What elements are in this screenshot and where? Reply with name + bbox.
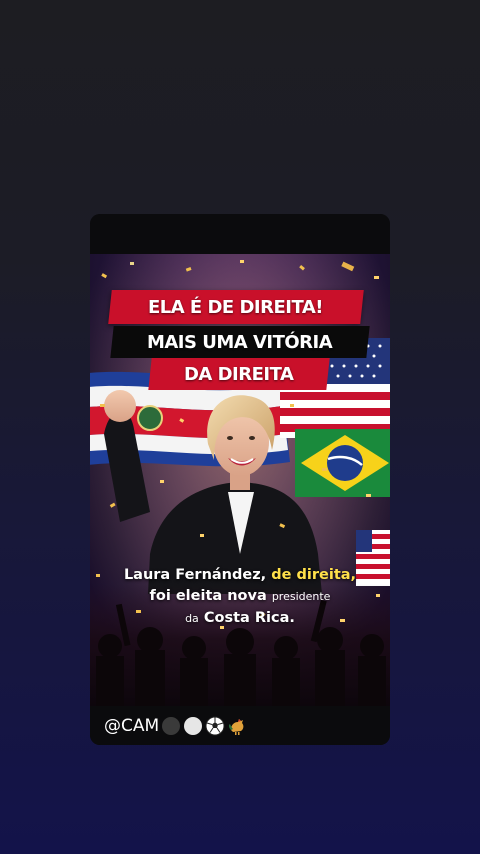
caption-highlight: de direita, xyxy=(271,567,357,583)
brazil-flag xyxy=(295,429,390,497)
headline-line-1: ELA É DE DIREITA! xyxy=(108,290,364,324)
caption-line-2-small: presidente xyxy=(271,590,331,603)
caption-line-3-prefix: da xyxy=(185,612,199,625)
headline-line-3-text: DA DIREITA xyxy=(184,363,294,385)
caption-line-2: foi eleita nova xyxy=(149,588,267,604)
handle-bar: @CAM xyxy=(90,706,390,745)
story-card[interactable]: ELA É DE DIREITA! MAIS UMA VITÓRIA DA DI… xyxy=(90,214,390,745)
black-circle-icon xyxy=(162,716,181,735)
raised-fist xyxy=(104,390,136,422)
soccer-ball-icon xyxy=(205,716,225,735)
poster-caption: Laura Fernández, de direita, foi eleita … xyxy=(90,564,390,629)
white-circle-icon xyxy=(184,716,203,735)
headline-line-3: DA DIREITA xyxy=(148,358,330,390)
headline-line-1-text: ELA É DE DIREITA! xyxy=(148,296,324,318)
rooster-icon xyxy=(229,718,244,735)
caption-name: Laura Fernández, xyxy=(123,567,267,583)
poster-image: ELA É DE DIREITA! MAIS UMA VITÓRIA DA DI… xyxy=(90,254,390,706)
headline-line-2-text: MAIS UMA VITÓRIA xyxy=(147,331,333,353)
caption-line-3: Costa Rica. xyxy=(203,610,295,626)
headline-line-2: MAIS UMA VITÓRIA xyxy=(110,326,370,358)
card-top-bar xyxy=(90,214,390,254)
account-handle[interactable]: @CAM xyxy=(104,716,159,736)
